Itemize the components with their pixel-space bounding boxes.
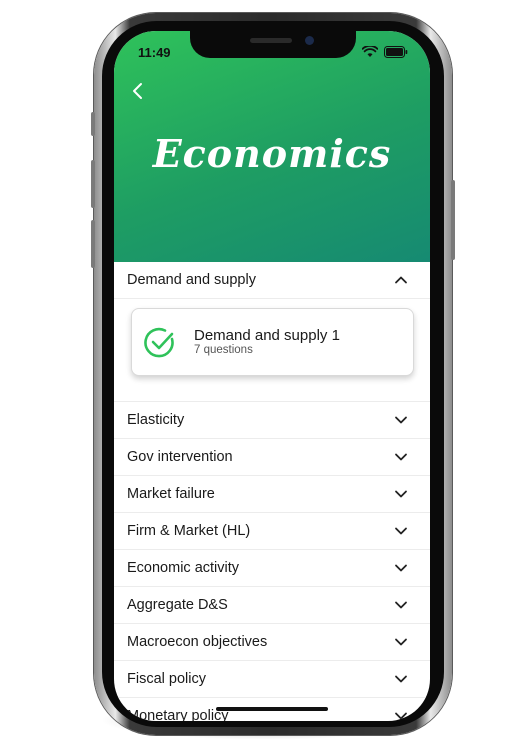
chevron-down-icon[interactable] bbox=[394, 709, 408, 721]
power-button bbox=[451, 180, 455, 260]
expanded-section-content: Demand and supply 1 7 questions bbox=[114, 299, 430, 402]
chevron-down-icon[interactable] bbox=[394, 561, 408, 575]
section-label: Elasticity bbox=[127, 412, 185, 428]
chevron-down-icon[interactable] bbox=[394, 635, 408, 649]
quiz-title: Demand and supply 1 bbox=[194, 327, 340, 344]
section-label: Market failure bbox=[127, 486, 215, 502]
section-header-elasticity[interactable]: Elasticity bbox=[114, 402, 430, 439]
section-label: Firm & Market (HL) bbox=[127, 523, 251, 539]
section-label: Demand and supply bbox=[127, 272, 256, 288]
quiz-card[interactable]: Demand and supply 1 7 questions bbox=[131, 308, 414, 376]
status-time: 11:49 bbox=[138, 45, 171, 60]
section-label: Aggregate D&S bbox=[127, 597, 228, 613]
page-title: Economics bbox=[152, 131, 392, 176]
volume-down-button bbox=[91, 220, 95, 268]
battery-icon bbox=[384, 46, 408, 58]
section-label: Gov intervention bbox=[127, 449, 233, 465]
chevron-down-icon[interactable] bbox=[394, 413, 408, 427]
back-arrow-icon[interactable] bbox=[128, 81, 148, 101]
volume-up-button bbox=[91, 160, 95, 208]
chevron-up-icon[interactable] bbox=[394, 273, 408, 287]
wifi-icon bbox=[362, 46, 378, 57]
home-indicator[interactable] bbox=[216, 707, 328, 711]
chevron-down-icon[interactable] bbox=[394, 524, 408, 538]
section-header-macroecon-objectives[interactable]: Macroecon objectives bbox=[114, 624, 430, 661]
mute-switch bbox=[91, 112, 95, 136]
phone-screen: 11:49 Economics Demand and supply Demand… bbox=[114, 31, 430, 721]
topic-list: Demand and supply Demand and supply 1 7 … bbox=[114, 262, 430, 721]
section-label: Fiscal policy bbox=[127, 671, 206, 687]
section-header-gov-intervention[interactable]: Gov intervention bbox=[114, 439, 430, 476]
section-label: Macroecon objectives bbox=[127, 634, 268, 650]
quiz-question-count: 7 questions bbox=[194, 344, 253, 356]
section-header-market-failure[interactable]: Market failure bbox=[114, 476, 430, 513]
front-camera bbox=[305, 36, 314, 45]
chevron-down-icon[interactable] bbox=[394, 450, 408, 464]
notch bbox=[190, 31, 356, 58]
chevron-down-icon[interactable] bbox=[394, 598, 408, 612]
section-header-demand-and-supply[interactable]: Demand and supply bbox=[114, 262, 430, 299]
section-header-economic-activity[interactable]: Economic activity bbox=[114, 550, 430, 587]
section-label: Economic activity bbox=[127, 560, 240, 576]
check-circle-icon bbox=[144, 327, 174, 358]
section-header-aggregate-ds[interactable]: Aggregate D&S bbox=[114, 587, 430, 624]
chevron-down-icon[interactable] bbox=[394, 487, 408, 501]
section-header-firm-and-market[interactable]: Firm & Market (HL) bbox=[114, 513, 430, 550]
section-label: Monetary policy bbox=[127, 708, 229, 721]
status-icons bbox=[362, 46, 408, 58]
speaker-grille bbox=[250, 38, 292, 43]
section-header-fiscal-policy[interactable]: Fiscal policy bbox=[114, 661, 430, 698]
chevron-down-icon[interactable] bbox=[394, 672, 408, 686]
header: 11:49 Economics bbox=[114, 31, 430, 262]
